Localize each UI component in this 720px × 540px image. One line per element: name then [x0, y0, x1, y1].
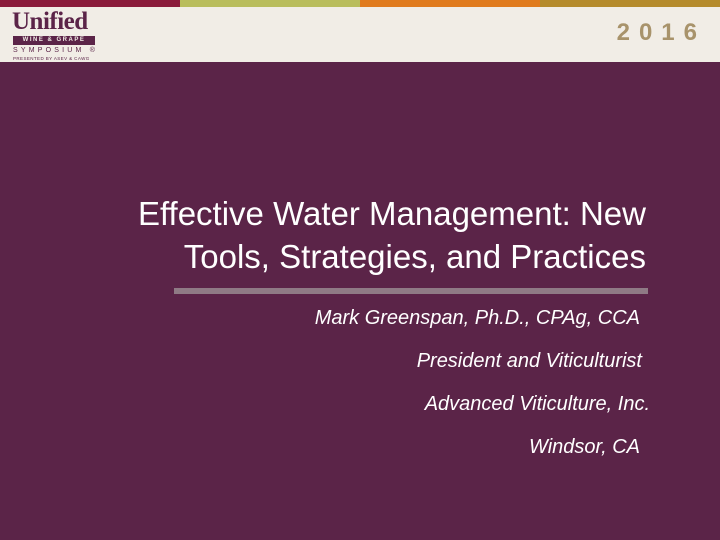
slide-subtitle: Mark Greenspan, Ph.D., CPAg, CCA Preside… [150, 307, 650, 458]
header-bar: Unified WINE & GRAPE SYMPOSIUM ® PRESENT… [0, 0, 720, 62]
registered-mark: ® [89, 47, 99, 54]
title-line-1: Effective Water Management: New [137, 195, 646, 232]
slide: Unified WINE & GRAPE SYMPOSIUM ® PRESENT… [0, 0, 720, 540]
logo-symposium-text: SYMPOSIUM [13, 47, 85, 54]
stripe-3 [360, 0, 540, 7]
presenter-company: Advanced Viticulture, Inc. [424, 393, 650, 415]
presenter-location: Windsor, CA [529, 436, 640, 458]
stripe-1 [0, 0, 180, 7]
title-divider [174, 288, 648, 294]
stripe-4 [540, 0, 720, 7]
logo-wordmark: Unified [12, 8, 88, 35]
presenter-role: President and Viticulturist [416, 350, 642, 372]
year-label: 2016 [616, 19, 706, 46]
slide-title: Effective Water Management: New Tools, S… [24, 192, 646, 278]
presenter-name: Mark Greenspan, Ph.D., CPAg, CCA [314, 307, 640, 329]
unified-symposium-logo: Unified WINE & GRAPE SYMPOSIUM ® PRESENT… [12, 8, 112, 61]
logo-presented-by: PRESENTED BY ASEV & CAWG [13, 56, 90, 61]
title-line-2: Tools, Strategies, and Practices [183, 238, 646, 275]
logo-symposium: SYMPOSIUM ® [13, 46, 98, 55]
logo-band: WINE & GRAPE [13, 36, 95, 45]
stripe-2 [180, 0, 360, 7]
